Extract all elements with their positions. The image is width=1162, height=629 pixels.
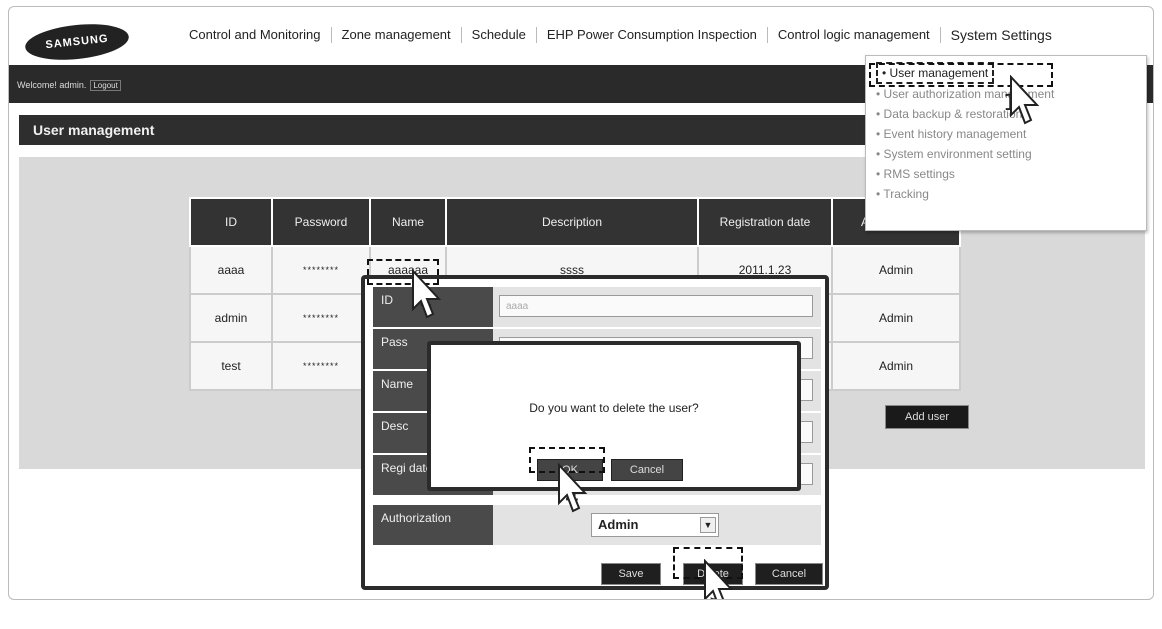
nav-control-logic[interactable]: Control logic management	[768, 27, 941, 43]
menu-item-system-environment[interactable]: • System environment setting	[876, 144, 1136, 164]
top-nav: Control and Monitoring Zone management S…	[179, 27, 1062, 43]
value-id	[493, 287, 821, 329]
menu-item-label: Data backup & restoration	[883, 107, 1023, 121]
menu-item-event-history[interactable]: • Event history management	[876, 124, 1136, 144]
col-name: Name	[369, 197, 447, 247]
pointer-cursor-icon	[1010, 75, 1040, 125]
menu-item-label: RMS settings	[883, 167, 955, 181]
save-button[interactable]: Save	[601, 563, 661, 585]
col-password: Password	[271, 197, 371, 247]
cell-password: ********	[271, 341, 371, 391]
cell-authorization: Admin	[831, 341, 961, 391]
cell-id: test	[189, 341, 273, 391]
value-authorization: Admin ▼	[493, 505, 821, 547]
label-authorization: Authorization	[373, 505, 493, 547]
samsung-logo: SAMSUNG	[23, 19, 131, 65]
cell-id: admin	[189, 293, 273, 343]
cell-authorization: Admin	[831, 245, 961, 295]
form-row-authorization: Authorization Admin ▼	[373, 505, 821, 547]
cell-authorization: Admin	[831, 293, 961, 343]
confirm-message: Do you want to delete the user?	[529, 401, 699, 415]
col-description: Description	[445, 197, 699, 247]
cell-password: ********	[271, 245, 371, 295]
menu-item-label: System environment setting	[883, 147, 1032, 161]
cell-password: ********	[271, 293, 371, 343]
nav-schedule[interactable]: Schedule	[462, 27, 537, 43]
app-frame: SAMSUNG Control and Monitoring Zone mana…	[8, 6, 1154, 600]
menu-item-tracking[interactable]: • Tracking	[876, 184, 1136, 204]
nav-control-monitoring[interactable]: Control and Monitoring	[179, 27, 332, 43]
nav-ehp-power[interactable]: EHP Power Consumption Inspection	[537, 27, 768, 43]
authorization-value: Admin	[598, 517, 639, 532]
page-title: User management	[33, 122, 155, 138]
welcome-text: Welcome! admin. Logout	[17, 80, 121, 91]
cell-id: aaaa	[189, 245, 273, 295]
nav-system-settings[interactable]: System Settings	[941, 27, 1062, 43]
id-field[interactable]	[499, 295, 813, 317]
chevron-down-icon: ▼	[700, 517, 716, 533]
pointer-cursor-icon	[412, 269, 442, 319]
pointer-cursor-icon	[704, 559, 734, 599]
welcome-label: Welcome! admin.	[17, 80, 87, 90]
confirm-delete-dialog: Do you want to delete the user? OK Cance…	[427, 341, 801, 491]
authorization-select[interactable]: Admin ▼	[591, 513, 719, 537]
nav-zone-management[interactable]: Zone management	[332, 27, 462, 43]
logo-text: SAMSUNG	[44, 32, 110, 52]
col-id: ID	[189, 197, 273, 247]
col-registration-date: Registration date	[697, 197, 833, 247]
table-header-row: ID Password Name Description Registratio…	[189, 197, 961, 247]
cancel-button[interactable]: Cancel	[755, 563, 823, 585]
menu-item-label: Event history management	[883, 127, 1027, 141]
logout-button[interactable]: Logout	[90, 80, 121, 91]
menu-item-rms-settings[interactable]: • RMS settings	[876, 164, 1136, 184]
pointer-cursor-icon	[558, 463, 588, 513]
confirm-cancel-button[interactable]: Cancel	[611, 459, 683, 481]
menu-item-label: Tracking	[883, 187, 929, 201]
add-user-button[interactable]: Add user	[885, 405, 969, 429]
